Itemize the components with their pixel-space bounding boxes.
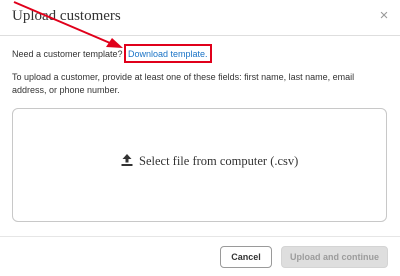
select-file-label: Select file from computer (.csv) (139, 154, 299, 168)
dialog-footer: Cancel Upload and continue (0, 236, 400, 276)
upload-customers-dialog: Upload customers × Need a customer templ… (0, 0, 400, 276)
close-icon[interactable]: × (376, 8, 392, 24)
cancel-button[interactable]: Cancel (220, 246, 272, 268)
download-template-link[interactable]: Download template. (128, 49, 208, 59)
file-dropzone[interactable]: Select file from computer (.csv) (12, 108, 387, 222)
upload-icon (121, 154, 133, 166)
upload-and-continue-button[interactable]: Upload and continue (281, 246, 388, 268)
upload-instructions: To upload a customer, provide at least o… (12, 72, 355, 95)
dialog-header: Upload customers × (0, 0, 400, 36)
select-file-button[interactable]: Select file from computer (.csv) (121, 154, 298, 169)
template-prompt: Need a customer template? (12, 49, 123, 59)
dialog-title: Upload customers (12, 8, 121, 24)
